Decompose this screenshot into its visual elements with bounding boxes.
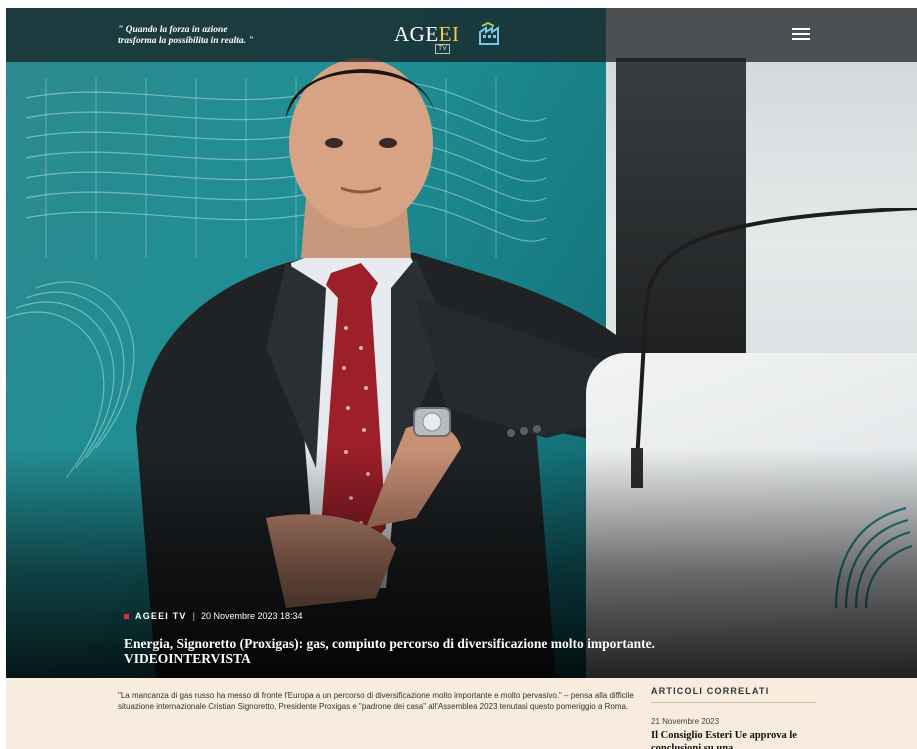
related-article-date: 21 Novembre 2023	[651, 717, 720, 726]
page-frame: AGEEI TV | 20 Novembre 2023 18:34 Energi…	[6, 8, 917, 749]
article-intro-section: "La mancanza di gas russo ha messo di fr…	[6, 678, 917, 749]
category-dot-icon	[124, 613, 129, 619]
hamburger-menu-icon[interactable]	[792, 28, 810, 42]
related-article-link[interactable]: Il Consiglio Esteri Ue approva le conclu…	[651, 729, 816, 749]
article-headline[interactable]: Energia, Signoretto (Proxigas): gas, com…	[124, 636, 764, 666]
logo-tv-badge: TV	[435, 44, 450, 54]
related-articles-title: ARTICOLI CORRELATI	[651, 686, 816, 703]
site-motto: " Quando la forza in azione trasforma la…	[118, 25, 254, 46]
kicker-separator: |	[192, 611, 195, 621]
category-label[interactable]: AGEEI TV	[135, 611, 187, 621]
related-articles: ARTICOLI CORRELATI 21 Novembre 2023 Il C…	[651, 686, 816, 749]
site-logo[interactable]: AGEEI TV	[394, 22, 504, 56]
factory-icon	[479, 22, 499, 45]
hero-image[interactable]: AGEEI TV | 20 Novembre 2023 18:34 Energi…	[6, 8, 917, 678]
hero-kicker: AGEEI TV | 20 Novembre 2023 18:34	[124, 611, 303, 621]
site-header: " Quando la forza in azione trasforma la…	[6, 8, 917, 62]
publish-date: 20 Novembre 2023 18:34	[200, 611, 303, 621]
article-lead: "La mancanza di gas russo ha messo di fr…	[118, 691, 634, 711]
